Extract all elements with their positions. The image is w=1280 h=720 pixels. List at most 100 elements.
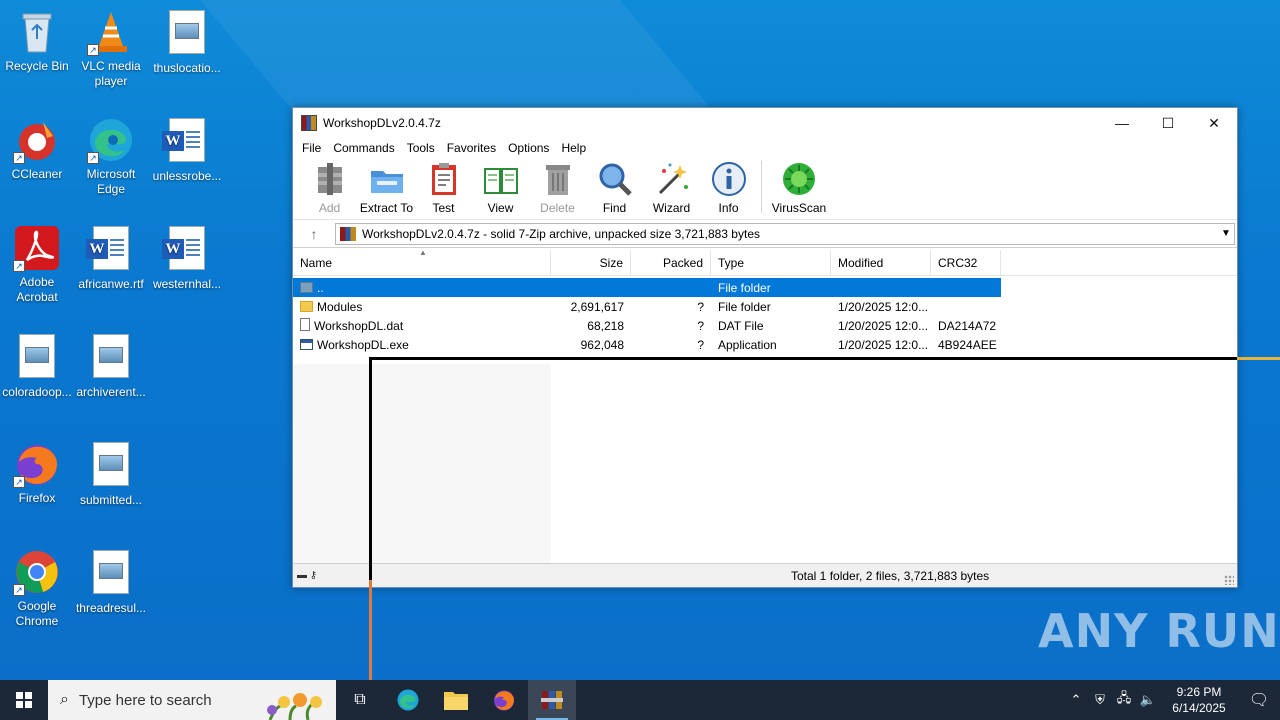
winrar-icon xyxy=(541,691,563,709)
desktop-icon-acrobat[interactable]: ↗ Adobe Acrobat xyxy=(0,224,74,305)
item-size: 68,218 xyxy=(587,318,624,333)
status-bar: ▬ ⚷ Total 1 folder, 2 files, 3,721,883 b… xyxy=(293,563,1237,587)
desktop-icon-thuslocation[interactable]: thuslocatio... xyxy=(150,8,224,76)
desktop-icon-edge[interactable]: ↗ Microsoft Edge xyxy=(74,116,148,197)
menu-options[interactable]: Options xyxy=(502,141,555,155)
chevron-down-icon[interactable]: ▼ xyxy=(1218,228,1234,239)
clock[interactable]: 9:26 PM 6/14/2025 xyxy=(1160,684,1238,716)
info-button[interactable]: Info xyxy=(700,161,757,215)
list-item[interactable]: Modules 2,691,617 ? File folder 1/20/202… xyxy=(293,297,1237,316)
menu-file[interactable]: File xyxy=(296,141,327,155)
item-type: File folder xyxy=(718,280,771,295)
taskbar-firefox[interactable] xyxy=(480,680,528,720)
name-column-fill xyxy=(293,364,551,563)
delete-button[interactable]: Delete xyxy=(529,161,586,215)
menu-tools[interactable]: Tools xyxy=(401,141,441,155)
test-clipboard-icon xyxy=(426,161,462,197)
column-type[interactable]: Type xyxy=(711,249,831,276)
desktop-icon-coloradoop[interactable]: coloradoop... xyxy=(0,332,74,400)
desktop-icon-archiverent[interactable]: archiverent... xyxy=(74,332,148,400)
view-button[interactable]: View xyxy=(472,161,529,215)
chevron-up-icon[interactable]: ⌃ xyxy=(1064,692,1088,708)
taskbar-search[interactable]: ⌕ Type here to search xyxy=(48,680,336,720)
desktop-icon-label: coloradoop... xyxy=(2,385,72,399)
item-name: WorkshopDL.exe xyxy=(317,337,409,352)
image-file-icon xyxy=(87,334,135,382)
volume-icon[interactable]: 🔈 xyxy=(1136,692,1160,708)
list-item[interactable]: .. File folder xyxy=(293,278,1001,297)
find-label: Find xyxy=(602,201,627,215)
image-file-icon xyxy=(87,442,135,490)
maximize-button[interactable]: ☐ xyxy=(1145,108,1191,138)
shortcut-arrow-icon: ↗ xyxy=(13,584,25,596)
acrobat-icon: ↗ xyxy=(13,224,61,272)
taskbar-winrar[interactable] xyxy=(528,680,576,720)
delete-label: Delete xyxy=(540,201,575,215)
item-type: Application xyxy=(718,337,777,352)
network-icon[interactable]: 🖧 xyxy=(1112,689,1136,711)
search-highlight-flowers-icon xyxy=(267,693,322,720)
ccleaner-icon: ↗ xyxy=(13,116,61,164)
desktop-icon-ccleaner[interactable]: ↗ CCleaner xyxy=(0,116,74,182)
find-button[interactable]: Find xyxy=(586,161,643,215)
resize-grip[interactable] xyxy=(1224,575,1234,585)
extract-to-button[interactable]: Extract To xyxy=(358,161,415,215)
list-item[interactable]: WorkshopDL.exe 962,048 ? Application 1/2… xyxy=(293,335,1237,354)
desktop-icon-label: VLC media player xyxy=(81,59,141,88)
desktop-icon-unlessrobe[interactable]: W unlessrobe... xyxy=(150,116,224,184)
shortcut-arrow-icon: ↗ xyxy=(13,260,25,272)
sort-ascending-icon: ▲ xyxy=(419,248,427,257)
file-icon xyxy=(300,318,310,331)
virusscan-button[interactable]: VirusScan xyxy=(768,161,830,215)
menu-commands[interactable]: Commands xyxy=(327,141,400,155)
desktop-icon-threadresul[interactable]: threadresul... xyxy=(74,548,148,616)
virus-scan-icon xyxy=(781,161,817,197)
desktop-icon-submitted[interactable]: submitted... xyxy=(74,440,148,508)
desktop-icon-firefox[interactable]: ↗ Firefox xyxy=(0,440,74,506)
taskbar-edge[interactable] xyxy=(384,680,432,720)
edge-icon xyxy=(397,689,419,711)
security-icon[interactable]: ⛨ xyxy=(1088,692,1112,708)
overlay-line-vertical-black xyxy=(369,357,372,580)
task-view-button[interactable]: ⧉ xyxy=(336,680,384,720)
desktop-icon-vlc[interactable]: ↗ VLC media player xyxy=(74,8,148,89)
title-bar[interactable]: WorkshopDLv2.0.4.7z — ☐ ✕ xyxy=(293,108,1237,138)
desktop-icon-label: submitted... xyxy=(79,493,143,507)
column-crc32[interactable]: CRC32 xyxy=(931,249,1001,276)
wizard-button[interactable]: Wizard xyxy=(643,161,700,215)
status-text: Total 1 folder, 2 files, 3,721,883 bytes xyxy=(791,568,990,583)
archive-icon xyxy=(340,226,356,241)
menu-help[interactable]: Help xyxy=(555,141,592,155)
file-list[interactable]: ▲ Name Size Packed Type Modified CRC32 .… xyxy=(293,248,1237,563)
drive-key-icon[interactable]: ▬ ⚷ xyxy=(293,570,333,581)
minimize-button[interactable]: — xyxy=(1099,108,1145,138)
menu-favorites[interactable]: Favorites xyxy=(441,141,502,155)
word-document-icon: W xyxy=(162,118,211,166)
winrar-window[interactable]: WorkshopDLv2.0.4.7z — ☐ ✕ File Commands … xyxy=(292,107,1238,588)
up-arrow-icon[interactable]: ↑ xyxy=(293,226,335,242)
close-button[interactable]: ✕ xyxy=(1191,108,1237,138)
desktop-icon-africanwe[interactable]: W africanwe.rtf xyxy=(74,224,148,292)
firefox-icon xyxy=(494,690,514,711)
menu-bar: File Commands Tools Favorites Options He… xyxy=(293,138,1237,158)
archive-path-text: WorkshopDLv2.0.4.7z - solid 7-Zip archiv… xyxy=(362,226,760,241)
notification-icon[interactable]: 🗨 xyxy=(1238,690,1280,710)
add-button[interactable]: Add xyxy=(301,161,358,215)
desktop-icon-recycle-bin[interactable]: Recycle Bin xyxy=(0,8,74,74)
test-button[interactable]: Test xyxy=(415,161,472,215)
desktop-icon-westernhal[interactable]: W westernhal... xyxy=(150,224,224,292)
shortcut-arrow-icon: ↗ xyxy=(87,44,99,56)
column-modified[interactable]: Modified xyxy=(831,249,931,276)
item-crc: 4B924AEE xyxy=(938,337,997,352)
word-document-icon: W xyxy=(86,226,135,274)
list-item[interactable]: WorkshopDL.dat 68,218 ? DAT File 1/20/20… xyxy=(293,316,1237,335)
desktop-icon-label: westernhal... xyxy=(152,277,222,291)
desktop-icon-label: Microsoft Edge xyxy=(86,167,136,196)
desktop-icon-chrome[interactable]: ↗ Google Chrome xyxy=(0,548,74,629)
column-packed[interactable]: Packed xyxy=(631,249,711,276)
taskbar: ⌕ Type here to search ⧉ ⌃ ⛨ 🖧 🔈 9:26 PM … xyxy=(0,680,1280,720)
archive-path-field[interactable]: WorkshopDLv2.0.4.7z - solid 7-Zip archiv… xyxy=(335,222,1235,245)
column-size[interactable]: Size xyxy=(551,249,631,276)
start-button[interactable] xyxy=(0,680,48,720)
taskbar-file-explorer[interactable] xyxy=(432,680,480,720)
